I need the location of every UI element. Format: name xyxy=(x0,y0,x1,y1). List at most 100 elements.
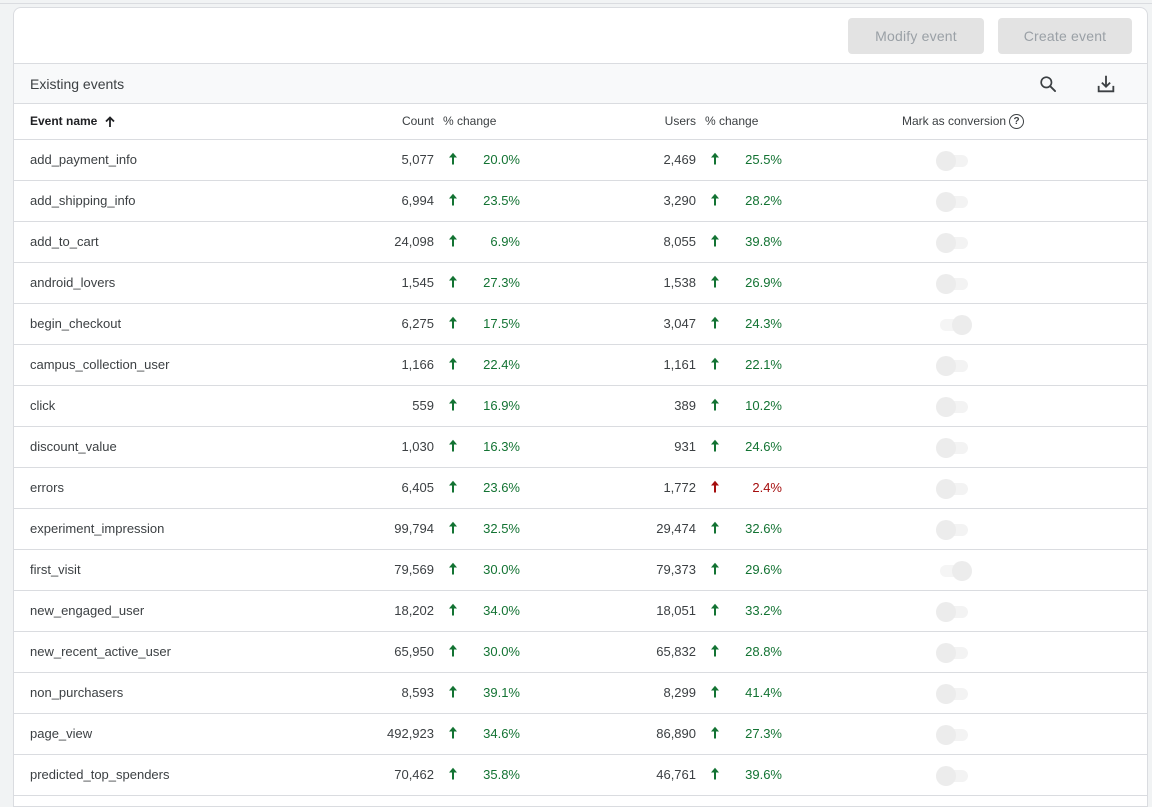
column-header-event-name[interactable]: Event name xyxy=(14,104,344,139)
user-count: 65,832 xyxy=(656,644,696,659)
column-header-users-change[interactable]: % change xyxy=(696,104,782,139)
mark-as-conversion-toggle[interactable] xyxy=(936,600,972,622)
event-name[interactable]: errors xyxy=(14,467,344,508)
event-count: 492,923 xyxy=(387,726,434,741)
mark-as-conversion-toggle[interactable] xyxy=(936,723,972,745)
mark-as-conversion-toggle[interactable] xyxy=(936,149,972,171)
count-percent-change: 23.5% xyxy=(483,193,520,208)
mark-as-conversion-toggle[interactable] xyxy=(936,436,972,458)
modify-event-button[interactable]: Modify event xyxy=(848,17,984,54)
arrow-up-icon xyxy=(696,303,734,344)
event-name[interactable]: predicted_top_spenders xyxy=(14,754,344,795)
users-percent-change: 2.4% xyxy=(752,480,782,495)
help-icon[interactable]: ? xyxy=(1009,113,1025,129)
user-count: 79,373 xyxy=(656,562,696,577)
arrow-up-icon xyxy=(434,180,472,221)
event-name[interactable]: add_payment_info xyxy=(14,139,344,180)
count-percent-change: 27.3% xyxy=(483,275,520,290)
users-percent-change: 22.1% xyxy=(745,357,782,372)
table-row: begin_checkout 6,275 17.5% 3,047 24.3% xyxy=(14,303,1147,344)
users-percent-change: 39.6% xyxy=(745,767,782,782)
arrow-up-icon xyxy=(434,344,472,385)
arrow-up-icon xyxy=(434,549,472,590)
mark-as-conversion-toggle[interactable] xyxy=(936,518,972,540)
event-name[interactable]: click xyxy=(14,385,344,426)
column-header-count-change[interactable]: % change xyxy=(434,104,520,139)
table-header-row: Event name Count % change Users % change… xyxy=(14,104,1147,139)
count-percent-change: 34.6% xyxy=(483,726,520,741)
user-count: 46,761 xyxy=(656,767,696,782)
arrow-up-icon xyxy=(696,508,734,549)
header-actions xyxy=(1037,64,1117,104)
event-name[interactable]: begin_checkout xyxy=(14,303,344,344)
event-name[interactable]: add_shipping_info xyxy=(14,180,344,221)
users-percent-change: 24.3% xyxy=(745,316,782,331)
event-name[interactable]: new_recent_active_user xyxy=(14,631,344,672)
event-name[interactable]: new_engaged_user xyxy=(14,590,344,631)
users-percent-change: 33.2% xyxy=(745,603,782,618)
mark-as-conversion-toggle[interactable] xyxy=(936,354,972,376)
event-count: 79,569 xyxy=(394,562,434,577)
search-icon[interactable] xyxy=(1037,73,1059,95)
event-name[interactable]: campus_collection_user xyxy=(14,344,344,385)
mark-as-conversion-toggle[interactable] xyxy=(936,272,972,294)
arrow-up-icon xyxy=(696,631,734,672)
users-percent-change: 41.4% xyxy=(745,685,782,700)
top-border xyxy=(0,0,1152,4)
event-count: 1,030 xyxy=(401,439,434,454)
table-row: experiment_impression 99,794 32.5% 29,47… xyxy=(14,508,1147,549)
users-percent-change: 26.9% xyxy=(745,275,782,290)
event-count: 8,593 xyxy=(401,685,434,700)
mark-as-conversion-toggle[interactable] xyxy=(936,313,972,335)
event-name[interactable]: page_view xyxy=(14,713,344,754)
table-row: campus_collection_user 1,166 22.4% 1,161… xyxy=(14,344,1147,385)
count-percent-change: 16.3% xyxy=(483,439,520,454)
arrow-up-icon xyxy=(696,672,734,713)
event-count: 6,275 xyxy=(401,316,434,331)
toggle-thumb xyxy=(936,273,956,294)
user-count: 86,890 xyxy=(656,726,696,741)
event-name[interactable]: discount_value xyxy=(14,426,344,467)
event-name[interactable]: android_lovers xyxy=(14,262,344,303)
mark-as-conversion-toggle[interactable] xyxy=(936,190,972,212)
event-count: 5,077 xyxy=(401,152,434,167)
users-percent-change: 25.5% xyxy=(745,152,782,167)
mark-as-conversion-toggle[interactable] xyxy=(936,231,972,253)
user-count: 8,055 xyxy=(663,234,696,249)
users-percent-change: 27.3% xyxy=(745,726,782,741)
toggle-thumb xyxy=(936,724,956,745)
user-count: 3,047 xyxy=(663,316,696,331)
event-name[interactable]: add_to_cart xyxy=(14,221,344,262)
column-header-count[interactable]: Count xyxy=(344,104,434,139)
table-row: click 559 16.9% 389 10.2% xyxy=(14,385,1147,426)
create-event-button[interactable]: Create event xyxy=(998,17,1132,54)
mark-as-conversion-toggle[interactable] xyxy=(936,764,972,786)
download-icon[interactable] xyxy=(1095,73,1117,95)
users-percent-change: 29.6% xyxy=(745,562,782,577)
arrow-up-icon xyxy=(434,754,472,795)
user-count: 2,469 xyxy=(663,152,696,167)
arrow-up-icon xyxy=(696,262,734,303)
user-count: 1,538 xyxy=(663,275,696,290)
mark-as-conversion-toggle[interactable] xyxy=(936,682,972,704)
event-name[interactable]: non_purchasers xyxy=(14,672,344,713)
mark-as-conversion-toggle[interactable] xyxy=(936,477,972,499)
event-name[interactable]: first_visit xyxy=(14,549,344,590)
table-row: android_lovers 1,545 27.3% 1,538 26.9% xyxy=(14,262,1147,303)
events-table: Event name Count % change Users % change… xyxy=(14,104,1147,796)
toggle-thumb xyxy=(952,314,972,335)
arrow-up-icon xyxy=(696,385,734,426)
count-percent-change: 30.0% xyxy=(483,644,520,659)
mark-as-conversion-toggle[interactable] xyxy=(936,641,972,663)
user-count: 1,772 xyxy=(663,480,696,495)
user-count: 8,299 xyxy=(663,685,696,700)
arrow-up-icon xyxy=(434,303,472,344)
mark-as-conversion-toggle[interactable] xyxy=(936,395,972,417)
toggle-thumb xyxy=(936,396,956,417)
mark-as-conversion-toggle[interactable] xyxy=(936,559,972,581)
column-header-users[interactable]: Users xyxy=(620,104,696,139)
arrow-up-icon xyxy=(434,426,472,467)
arrow-up-icon xyxy=(696,221,734,262)
event-name[interactable]: experiment_impression xyxy=(14,508,344,549)
arrow-up-icon xyxy=(696,344,734,385)
